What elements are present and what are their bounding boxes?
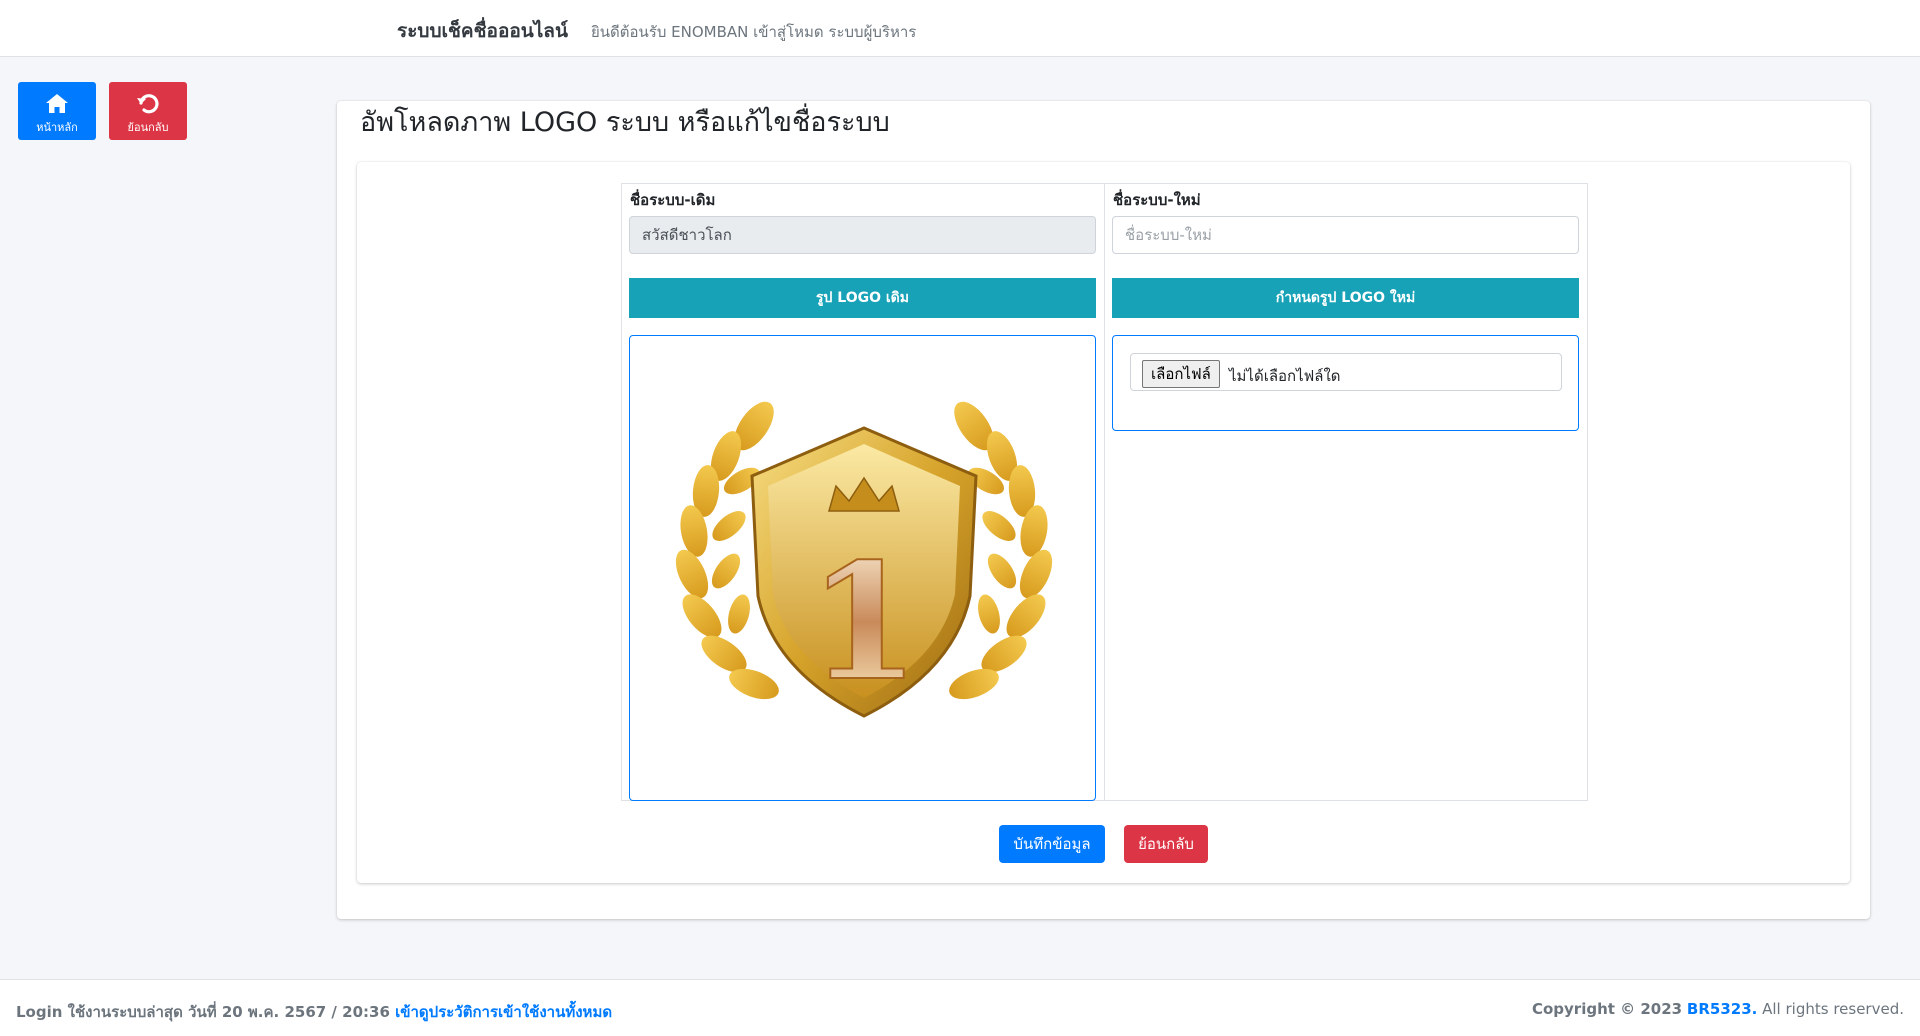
upload-frame: เลือกไฟล์ ไม่ได้เลือกไฟล์ใด	[1112, 335, 1579, 431]
rights-text: All rights reserved.	[1762, 1000, 1904, 1018]
cancel-button[interactable]: ย้อนกลับ	[1124, 825, 1208, 863]
old-name-label: ชื่อระบบ-เดิม	[630, 191, 716, 209]
last-login-text: Login ใช้งานระบบล่าสุด วันที่ 20 พ.ค. 25…	[16, 1003, 390, 1021]
new-settings-column: ชื่อระบบ-ใหม่ กำหนดรูป LOGO ใหม่ เลือกไฟ…	[1104, 183, 1588, 801]
undo-icon	[137, 94, 159, 114]
logo-number: 1	[808, 528, 919, 716]
company-link[interactable]: BR5323.	[1687, 1000, 1757, 1018]
old-logo-frame: 1	[629, 335, 1096, 801]
page-title: อัพโหลดภาพ LOGO ระบบ หรือแก้ไขชื่อระบบ	[360, 107, 890, 138]
file-status-text: ไม่ได้เลือกไฟล์ใด	[1229, 367, 1341, 385]
choose-file-button[interactable]: เลือกไฟล์	[1142, 360, 1220, 388]
footer-copyright: Copyright © 2023 BR5323. All rights rese…	[1532, 1000, 1904, 1018]
back-button[interactable]: ย้อนกลับ	[109, 82, 187, 140]
home-button-label: หน้าหลัก	[36, 121, 78, 134]
new-name-label: ชื่อระบบ-ใหม่	[1113, 191, 1201, 209]
home-icon	[46, 94, 68, 113]
brand-title[interactable]: ระบบเช็คชื่อออนไลน์	[397, 16, 568, 46]
back-button-label: ย้อนกลับ	[127, 121, 169, 134]
old-settings-column: ชื่อระบบ-เดิม รูป LOGO เดิม	[621, 183, 1105, 801]
copyright-text: Copyright © 2023	[1531, 1000, 1683, 1018]
new-name-input[interactable]	[1112, 216, 1579, 254]
top-navbar: ระบบเช็คชื่อออนไลน์ ยินดีต้อนรับ ENOMBAN…	[0, 0, 1920, 57]
old-name-field	[629, 216, 1096, 254]
new-logo-heading: กำหนดรูป LOGO ใหม่	[1112, 278, 1579, 318]
footer-login-info: Login ใช้งานระบบล่าสุด วันที่ 20 พ.ค. 25…	[16, 1000, 612, 1024]
welcome-text: ยินดีต้อนรับ ENOMBAN เข้าสู่โหมด ระบบผู้…	[591, 23, 917, 41]
home-button[interactable]: หน้าหลัก	[18, 82, 96, 140]
save-button[interactable]: บันทึกข้อมูล	[999, 825, 1105, 863]
trophy-shield-logo-icon: 1	[675, 401, 1053, 718]
old-logo-heading: รูป LOGO เดิม	[629, 278, 1096, 318]
login-history-link[interactable]: เข้าดูประวัติการเข้าใช้งานทั้งหมด	[395, 1003, 612, 1021]
footer: Login ใช้งานระบบล่าสุด วันที่ 20 พ.ค. 25…	[0, 979, 1920, 1036]
logo-file-input[interactable]: เลือกไฟล์ ไม่ได้เลือกไฟล์ใด	[1130, 353, 1562, 391]
